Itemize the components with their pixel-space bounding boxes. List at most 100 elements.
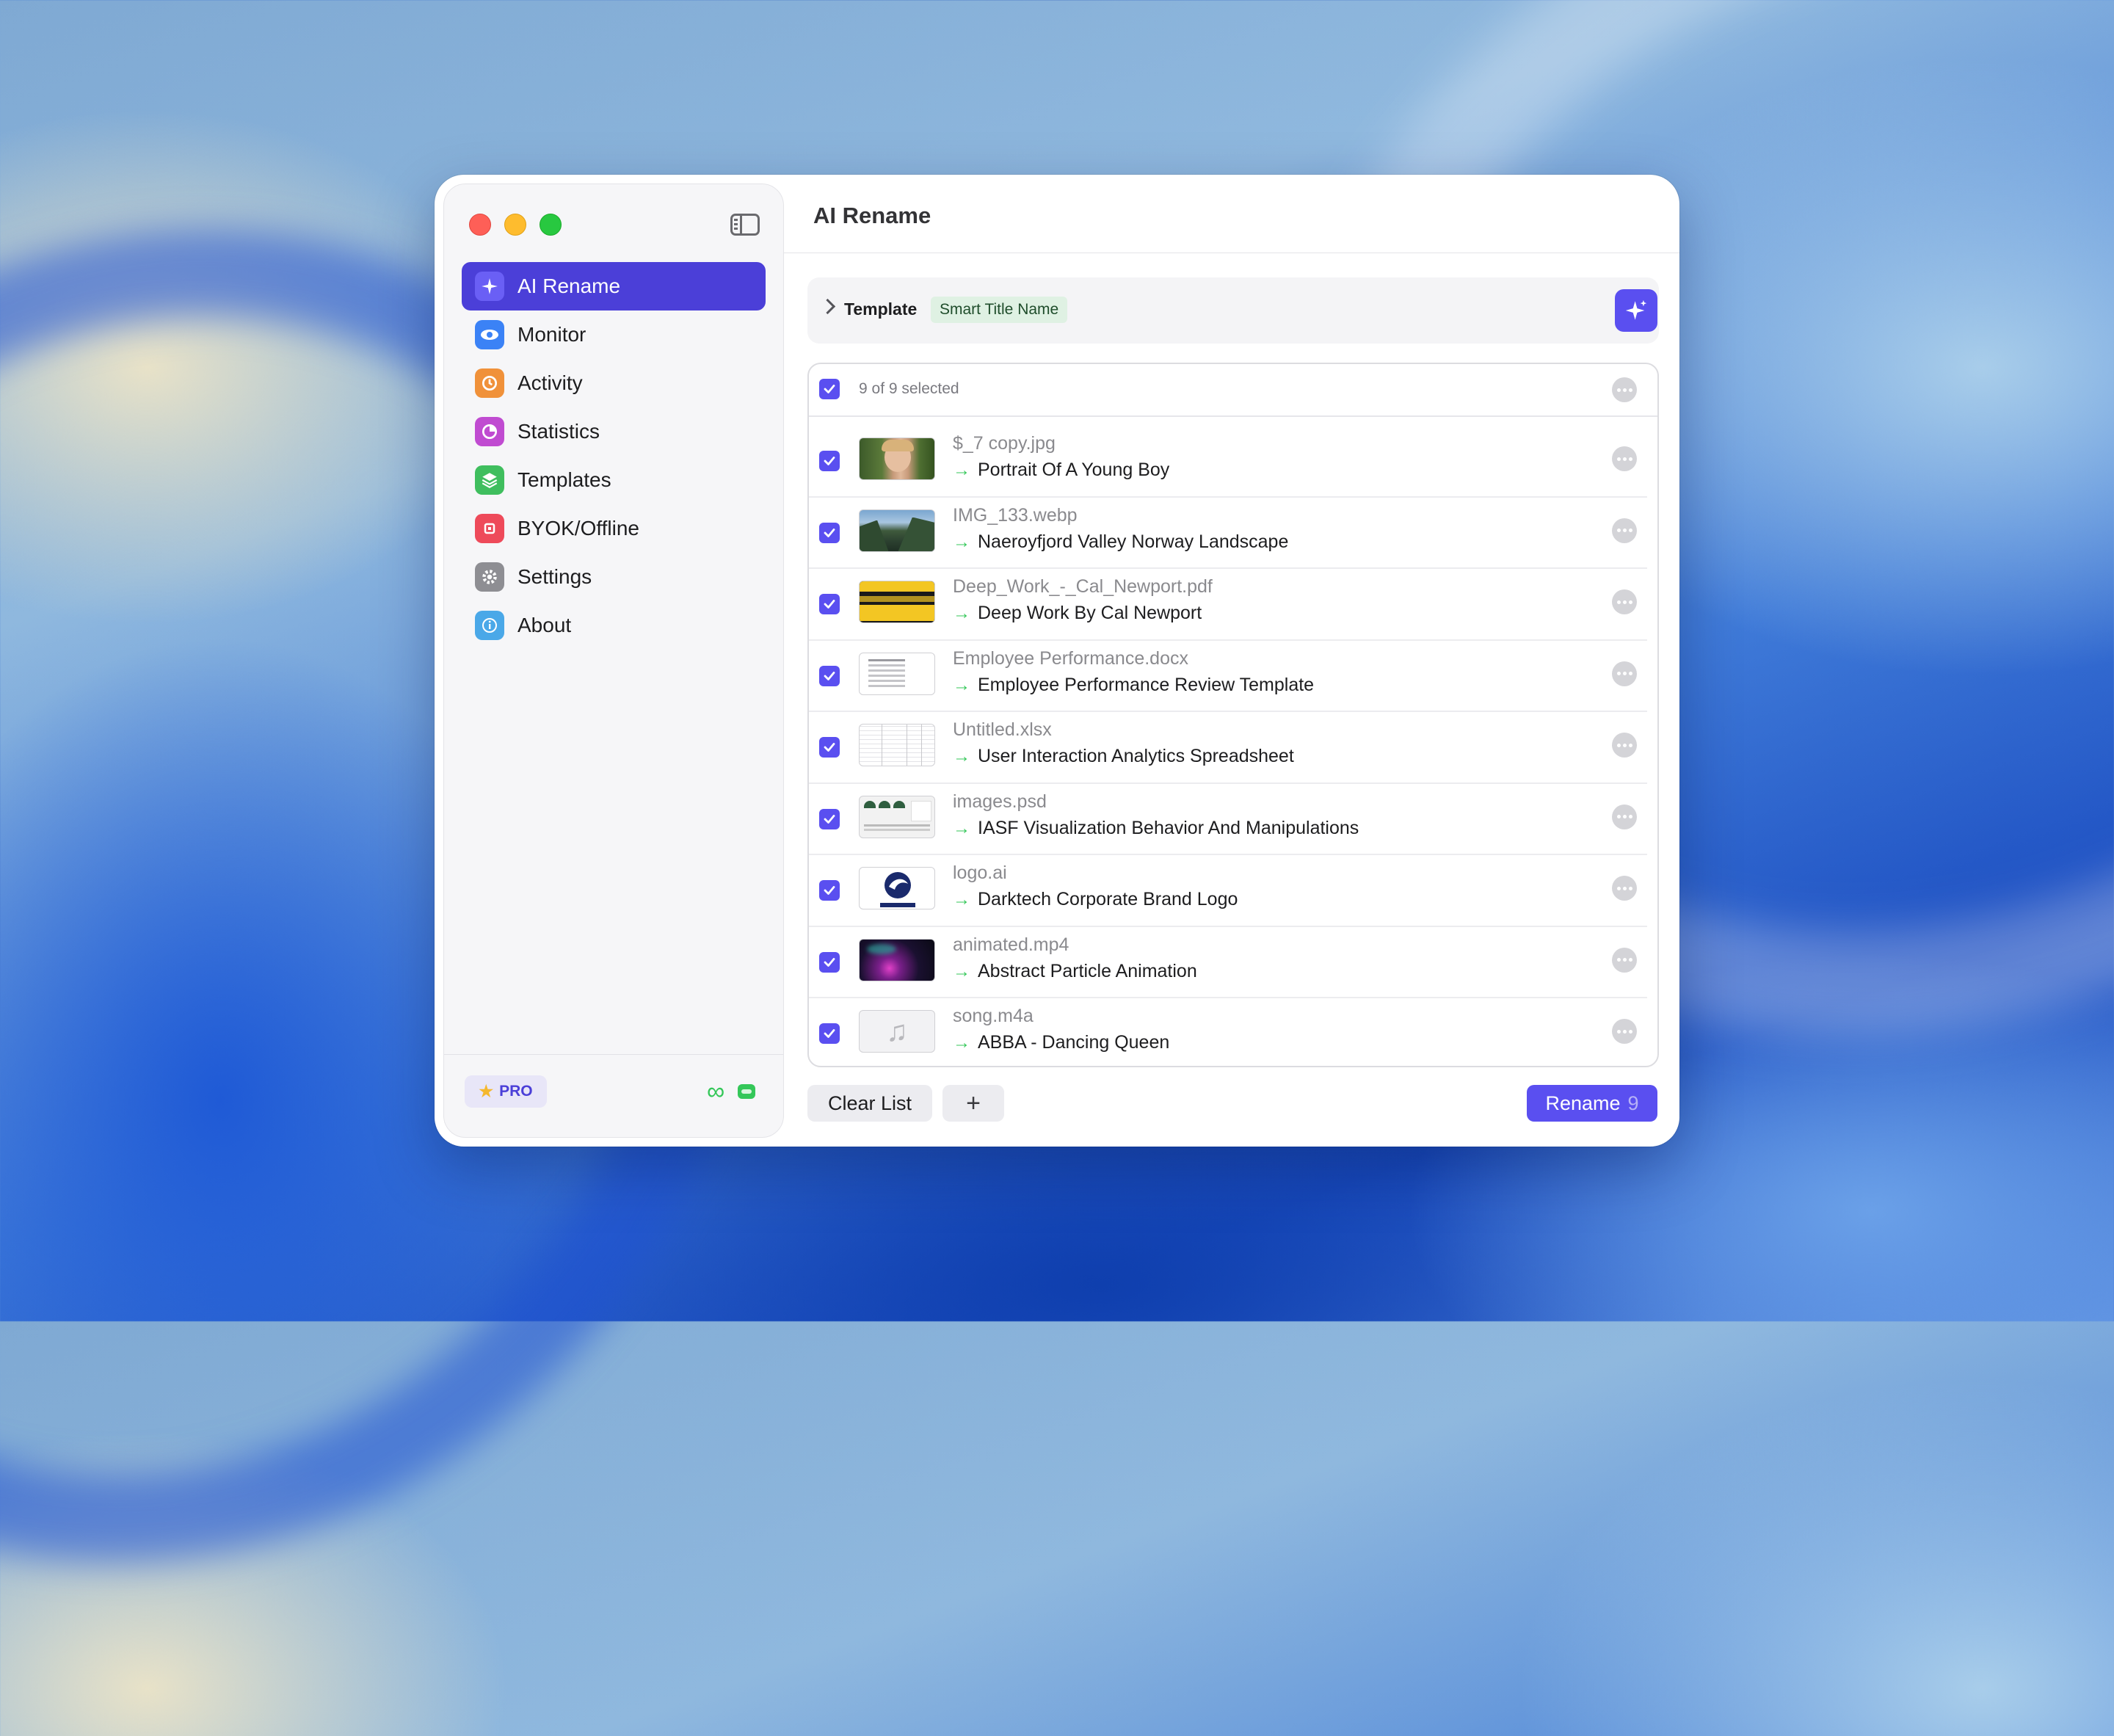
file-row[interactable]: ♫ song.m4a → ABBA - Dancing Queen [809, 998, 1647, 1066]
close-window-button[interactable] [469, 214, 491, 236]
arrow-right-icon: → [953, 890, 970, 909]
suggested-filename-text: Naeroyfjord Valley Norway Landscape [978, 531, 1289, 552]
arrow-right-icon: → [953, 531, 970, 552]
sparkles-icon [1625, 299, 1647, 320]
row-checkbox[interactable] [819, 808, 840, 829]
sidebar-footer: ★ PRO ∞ [444, 1054, 783, 1137]
arrow-right-icon: → [953, 460, 970, 480]
rename-button[interactable]: Rename 9 [1527, 1085, 1657, 1122]
more-options-button[interactable] [1612, 377, 1637, 402]
arrow-right-icon: → [953, 603, 970, 623]
original-filename: song.m4a [953, 1006, 1034, 1026]
original-filename: animated.mp4 [953, 934, 1069, 955]
file-row[interactable]: logo.ai → Darktech Corporate Brand Logo [809, 855, 1647, 927]
chevron-right-icon[interactable] [819, 298, 836, 315]
photo-thumbnail [859, 437, 935, 480]
row-checkbox[interactable] [819, 665, 840, 686]
original-filename: Untitled.xlsx [953, 719, 1052, 740]
file-row[interactable]: Employee Performance.docx → Employee Perf… [809, 641, 1647, 712]
row-more-button[interactable] [1612, 1019, 1637, 1044]
suggested-filename: → Naeroyfjord Valley Norway Landscape [953, 531, 1288, 553]
page-title: AI Rename [813, 203, 931, 228]
suggested-filename-text: Darktech Corporate Brand Logo [978, 889, 1238, 909]
gear-icon [475, 562, 504, 592]
row-more-button[interactable] [1612, 446, 1637, 471]
file-row[interactable]: Deep_Work_-_Cal_Newport.pdf → Deep Work B… [809, 569, 1647, 641]
arrow-right-icon: → [953, 675, 970, 695]
book-cover-thumbnail [859, 581, 935, 623]
clear-list-button[interactable]: Clear List [807, 1085, 932, 1122]
generate-names-button[interactable] [1615, 289, 1657, 332]
sidebar-item-about[interactable]: About [462, 601, 766, 650]
row-checkbox[interactable] [819, 951, 840, 973]
main-content: AI Rename Template Smart Title Name 9 of… [784, 175, 1679, 1147]
row-more-button[interactable] [1612, 733, 1637, 758]
file-rows: $_7 copy.jpg → Portrait Of A Young Boy IM… [809, 426, 1657, 1066]
row-checkbox[interactable] [819, 594, 840, 614]
minimize-window-button[interactable] [504, 214, 526, 236]
row-checkbox[interactable] [819, 451, 840, 471]
file-row[interactable]: IMG_133.webp → Naeroyfjord Valley Norway … [809, 498, 1647, 569]
row-more-button[interactable] [1612, 804, 1637, 829]
sidebar-item-byok-offline[interactable]: BYOK/Offline [462, 504, 766, 553]
sidebar-toggle-icon[interactable] [730, 214, 760, 236]
clock-arrow-icon [475, 368, 504, 398]
arrow-right-icon: → [953, 961, 970, 981]
suggested-filename: → Portrait Of A Young Boy [953, 460, 1169, 481]
row-more-button[interactable] [1612, 517, 1637, 543]
file-row[interactable]: $_7 copy.jpg → Portrait Of A Young Boy [809, 426, 1647, 498]
suggested-filename: → Darktech Corporate Brand Logo [953, 889, 1238, 910]
row-more-button[interactable] [1612, 876, 1637, 901]
original-filename: images.psd [953, 791, 1047, 812]
file-row[interactable]: animated.mp4 → Abstract Particle Animatio… [809, 927, 1647, 998]
sidebar: AI Rename Monitor Activity Statistics Te… [443, 184, 784, 1138]
zoom-window-button[interactable] [540, 214, 562, 236]
sidebar-item-statistics[interactable]: Statistics [462, 407, 766, 456]
row-checkbox[interactable] [819, 1023, 840, 1044]
sidebar-nav: AI Rename Monitor Activity Statistics Te… [462, 262, 766, 650]
rename-label: Rename [1545, 1092, 1621, 1114]
row-more-button[interactable] [1612, 947, 1637, 973]
suggested-filename-text: Employee Performance Review Template [978, 674, 1315, 695]
template-bar[interactable]: Template Smart Title Name [807, 277, 1659, 344]
sidebar-item-label: Statistics [517, 420, 600, 443]
file-row[interactable]: Untitled.xlsx → User Interaction Analytic… [809, 712, 1647, 784]
template-chip[interactable]: Smart Title Name [931, 297, 1068, 323]
original-filename: Employee Performance.docx [953, 647, 1188, 669]
file-list: 9 of 9 selected $_7 copy.jpg → Portrait O… [807, 363, 1659, 1067]
sidebar-item-activity[interactable]: Activity [462, 359, 766, 407]
row-more-button[interactable] [1612, 661, 1637, 686]
pro-badge[interactable]: ★ PRO [465, 1075, 547, 1108]
select-all-checkbox[interactable] [819, 379, 840, 399]
sidebar-item-templates[interactable]: Templates [462, 456, 766, 504]
sidebar-item-label: Templates [517, 468, 611, 491]
arrow-right-icon: → [953, 747, 970, 766]
sidebar-item-label: Activity [517, 371, 583, 394]
sidebar-item-settings[interactable]: Settings [462, 553, 766, 601]
sidebar-item-monitor[interactable]: Monitor [462, 310, 766, 359]
sidebar-item-label: AI Rename [517, 275, 621, 297]
suggested-filename: → Abstract Particle Animation [953, 961, 1197, 982]
selection-count: 9 of 9 selected [859, 380, 959, 397]
suggested-filename-text: User Interaction Analytics Spreadsheet [978, 746, 1294, 766]
star-icon: ★ [479, 1082, 494, 1100]
row-checkbox[interactable] [819, 880, 840, 901]
bottom-toolbar: Clear List + Rename 9 [807, 1085, 1657, 1123]
original-filename: Deep_Work_-_Cal_Newport.pdf [953, 576, 1213, 597]
add-files-button[interactable]: + [942, 1085, 1004, 1122]
row-more-button[interactable] [1612, 589, 1637, 614]
suggested-filename: → User Interaction Analytics Spreadsheet [953, 746, 1294, 767]
app-window: AI Rename Monitor Activity Statistics Te… [435, 175, 1679, 1147]
online-status-icon [738, 1084, 755, 1099]
original-filename: $_7 copy.jpg [953, 433, 1056, 454]
row-checkbox[interactable] [819, 522, 840, 543]
file-row[interactable]: images.psd → IASF Visualization Behavior … [809, 784, 1647, 855]
suggested-filename: → Deep Work By Cal Newport [953, 603, 1202, 624]
row-checkbox[interactable] [819, 737, 840, 758]
sidebar-item-ai-rename[interactable]: AI Rename [462, 262, 766, 310]
suggested-filename: → ABBA - Dancing Queen [953, 1032, 1169, 1053]
layers-icon [475, 465, 504, 495]
eye-icon [475, 320, 504, 349]
video-thumbnail [859, 938, 935, 981]
arrow-right-icon: → [953, 818, 970, 838]
